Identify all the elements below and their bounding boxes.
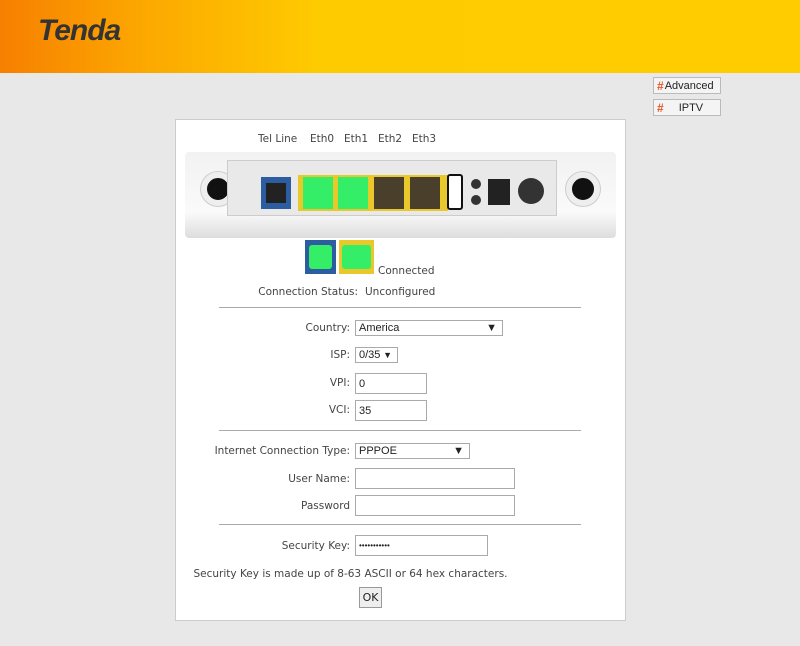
iptv-icon: #: [657, 100, 664, 115]
vpi-input[interactable]: 0: [355, 373, 427, 394]
power-button-icon: [518, 178, 544, 204]
advanced-button[interactable]: # Advanced: [653, 77, 721, 94]
password-label: Password: [300, 500, 350, 512]
eth1-port-icon: [338, 177, 368, 209]
eth0-port-icon: [303, 177, 333, 209]
eth3-port-icon: [410, 177, 440, 209]
connection-status-value: Unconfigured: [365, 286, 436, 298]
port-label-eth1: Eth1: [344, 133, 369, 145]
advanced-label: Advanced: [664, 79, 714, 92]
chevron-down-icon: ▼: [453, 445, 464, 457]
vci-input[interactable]: 35: [355, 400, 427, 421]
power-jack-icon: [488, 179, 510, 205]
iptv-button[interactable]: # IPTV: [653, 99, 721, 116]
eth2-port-icon: [374, 177, 404, 209]
divider: [219, 430, 581, 431]
port-label-eth3: Eth3: [412, 133, 437, 145]
antenna-connector-right: [566, 172, 600, 206]
ok-button[interactable]: OK: [359, 587, 382, 608]
isp-value: 0/35: [359, 349, 381, 361]
security-key-note: Security Key is made up of 8-63 ASCII or…: [193, 568, 508, 580]
legend-tel-icon: [305, 240, 336, 274]
isp-select[interactable]: 0/35 ▼: [355, 347, 398, 363]
username-label: User Name:: [288, 473, 350, 485]
connection-status-label: Connection Status:: [258, 286, 358, 298]
chevron-down-icon: ▼: [383, 350, 392, 360]
divider: [219, 524, 581, 525]
header-banner: Tenda: [0, 0, 800, 73]
led-icon: [471, 179, 481, 189]
reset-icon: [471, 195, 481, 205]
iptv-label: IPTV: [678, 101, 704, 114]
country-select[interactable]: America ▼: [355, 320, 503, 336]
username-input[interactable]: [355, 468, 515, 489]
legend-connected-label: Connected: [378, 265, 435, 277]
connection-type-value: PPPOE: [359, 445, 397, 457]
country-value: America: [359, 322, 400, 334]
divider: [219, 307, 581, 308]
tenda-logo: Tenda: [38, 14, 121, 47]
connection-type-label: Internet Connection Type:: [214, 445, 350, 457]
security-key-label: Security Key:: [281, 540, 350, 552]
port-label-tel-line: Tel Line: [258, 133, 298, 145]
router-rear-image: [185, 152, 616, 238]
port-label-eth2: Eth2: [378, 133, 403, 145]
chevron-down-icon: ▼: [486, 322, 497, 334]
port-label-eth0: Eth0: [310, 133, 335, 145]
isp-label: ISP:: [330, 349, 350, 361]
port-panel: [227, 160, 557, 216]
usb-port-icon: [447, 174, 463, 210]
advanced-icon: #: [657, 78, 664, 93]
tel-line-port-icon: [261, 177, 291, 209]
vpi-label: VPI:: [329, 377, 350, 389]
legend-eth-icon: [339, 240, 374, 274]
security-key-input[interactable]: •••••••••••: [355, 535, 488, 556]
connection-type-select[interactable]: PPPOE ▼: [355, 443, 470, 459]
password-input[interactable]: [355, 495, 515, 516]
country-label: Country:: [305, 322, 351, 334]
vci-label: VCI:: [328, 404, 350, 416]
